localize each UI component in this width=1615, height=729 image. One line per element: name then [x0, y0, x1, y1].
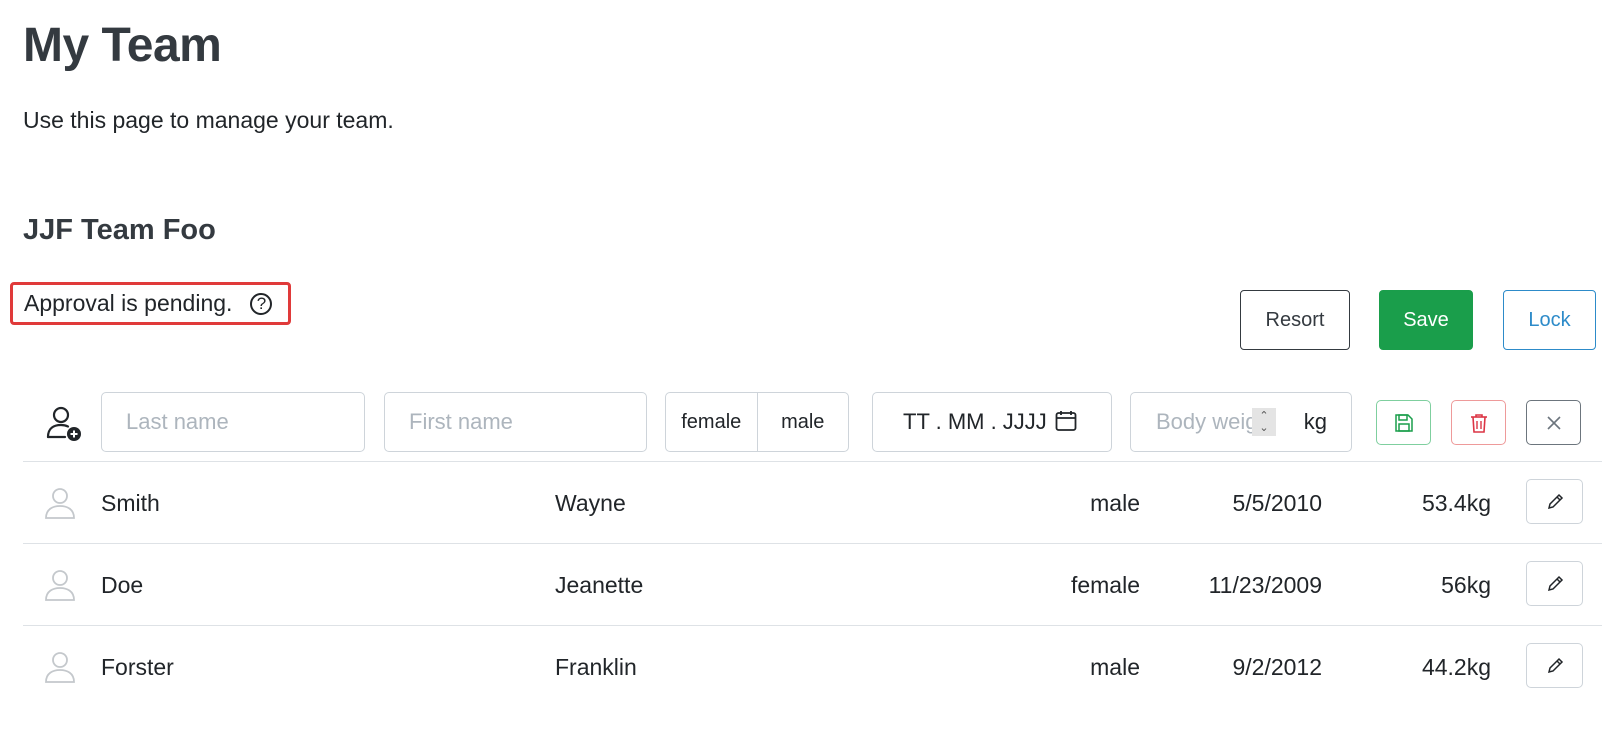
person-icon [45, 570, 75, 601]
member-birthdate: 5/5/2010 [1232, 489, 1322, 516]
member-last-name: Smith [101, 489, 160, 516]
team-name: JJF Team Foo [23, 214, 216, 246]
pencil-icon [1547, 657, 1563, 673]
member-birthdate: 9/2/2012 [1232, 653, 1322, 680]
last-name-input[interactable] [101, 392, 365, 452]
member-gender: female [1070, 571, 1140, 598]
delete-new-member-button[interactable] [1451, 400, 1506, 445]
avatar [43, 626, 79, 708]
member-last-name: Doe [101, 571, 144, 598]
help-icon[interactable]: ? [250, 292, 273, 315]
trash-icon [1470, 413, 1487, 433]
member-birthdate: 11/23/2009 [1208, 571, 1322, 598]
page-title: My Team [23, 19, 222, 72]
body-weight-input[interactable]: Body weight ⌃ ⌄ kg [1130, 392, 1352, 452]
member-weight: 44.2kg [1421, 653, 1491, 680]
approval-status-text: Approval is pending. [24, 290, 233, 316]
save-button[interactable]: Save [1379, 290, 1473, 350]
member-weight: 53.4kg [1421, 489, 1491, 516]
save-icon [1394, 413, 1413, 432]
gender-option-male[interactable]: male [756, 393, 849, 451]
gender-toggle-group: female male [665, 392, 849, 452]
member-weight: 56kg [1441, 571, 1491, 598]
person-icon [45, 652, 75, 683]
edit-member-button[interactable] [1526, 561, 1583, 606]
pencil-icon [1547, 493, 1563, 509]
birthdate-placeholder: TT . MM . JJJJ [903, 409, 1047, 434]
avatar [43, 544, 79, 626]
member-gender: male [1090, 653, 1140, 680]
save-new-member-button[interactable] [1376, 400, 1431, 445]
number-spinner-icon[interactable]: ⌃ ⌄ [1252, 408, 1276, 436]
close-icon [1546, 415, 1561, 430]
member-last-name: Forster [101, 653, 174, 680]
member-first-name: Franklin [555, 653, 637, 680]
member-first-name: Jeanette [555, 571, 644, 598]
edit-member-button[interactable] [1526, 479, 1583, 524]
body-weight-placeholder: Body weight [1156, 409, 1256, 434]
edit-member-button[interactable] [1526, 643, 1583, 688]
birthdate-input[interactable]: TT . MM . JJJJ [872, 392, 1112, 452]
cancel-new-member-button[interactable] [1526, 400, 1581, 445]
calendar-icon[interactable] [1055, 410, 1077, 432]
weight-unit: kg [1303, 409, 1327, 434]
gender-option-female[interactable]: female [666, 393, 757, 451]
member-gender: male [1090, 489, 1140, 516]
pencil-icon [1547, 575, 1563, 591]
spinner-up-icon[interactable]: ⌃ [1259, 410, 1268, 422]
resort-button[interactable]: Resort [1240, 290, 1350, 350]
add-user-icon [46, 406, 81, 441]
table-row: Smith Wayne male 5/5/2010 53.4kg [23, 462, 1602, 544]
approval-status: Approval is pending. ? [10, 282, 291, 325]
table-row: Forster Franklin male 9/2/2012 44.2kg [23, 626, 1602, 708]
lock-button[interactable]: Lock [1503, 290, 1596, 350]
member-first-name: Wayne [555, 489, 626, 516]
table-row: Doe Jeanette female 11/23/2009 56kg [23, 544, 1602, 626]
page-subtitle: Use this page to manage your team. [23, 107, 394, 133]
first-name-input[interactable] [384, 392, 647, 452]
spinner-down-icon[interactable]: ⌄ [1259, 422, 1268, 434]
person-icon [45, 488, 75, 519]
avatar [43, 462, 79, 544]
